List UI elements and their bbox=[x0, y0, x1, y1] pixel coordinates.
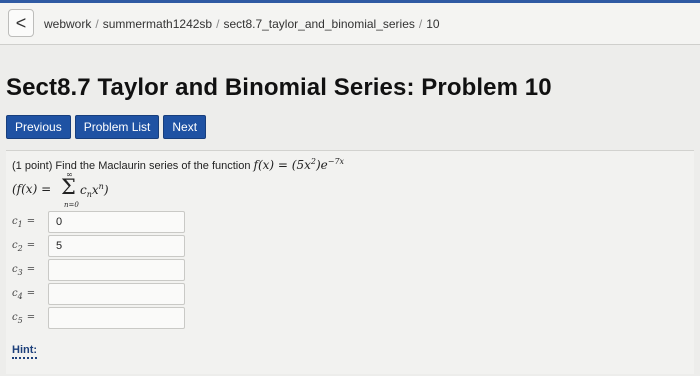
answer-input-c3[interactable] bbox=[48, 259, 185, 281]
answer-input-c4[interactable] bbox=[48, 283, 185, 305]
answer-label: c1 = bbox=[12, 216, 36, 229]
breadcrumb-bar: < webwork / summermath1242sb / sect8.7_taylo… bbox=[0, 3, 700, 45]
previous-button[interactable]: Previous bbox=[6, 115, 71, 139]
breadcrumb-item-course[interactable]: summermath1242sb bbox=[103, 17, 212, 31]
breadcrumb-separator: / bbox=[418, 17, 423, 31]
breadcrumb-item-problem: 10 bbox=[426, 17, 440, 31]
chevron-left-icon: < bbox=[15, 13, 27, 33]
answer-label: c3 = bbox=[12, 264, 36, 277]
back-button[interactable]: < bbox=[8, 9, 34, 37]
series-lhs: (f(x) = bbox=[12, 182, 52, 196]
page-title: Sect8.7 Taylor and Binomial Series: Prob… bbox=[6, 74, 552, 101]
problem-list-button[interactable]: Problem List bbox=[74, 115, 160, 139]
answer-input-c1[interactable]: 0 bbox=[48, 211, 185, 233]
answer-row-c5: c5 = bbox=[12, 307, 212, 330]
answer-label: c2 = bbox=[12, 240, 36, 253]
breadcrumb-item-set[interactable]: sect8.7_taylor_and_binomial_series bbox=[223, 17, 414, 31]
answer-label: c4 = bbox=[12, 288, 36, 301]
problem-statement: (1 point) Find the Maclaurin series of t… bbox=[12, 157, 344, 172]
next-button[interactable]: Next bbox=[163, 115, 207, 139]
breadcrumb-item-webwork[interactable]: webwork bbox=[44, 17, 91, 31]
answer-label: c5 = bbox=[12, 312, 36, 325]
answer-row-c1: c1 = 0 bbox=[12, 211, 212, 234]
statement-text: Find the Maclaurin series of the functio… bbox=[55, 160, 251, 172]
breadcrumb-separator: / bbox=[95, 17, 99, 31]
sigma-lower-limit: n=0 bbox=[64, 201, 79, 209]
sigma-icon: Σ bbox=[61, 175, 76, 199]
hint-link[interactable]: Hint: bbox=[12, 344, 38, 359]
problem-nav: Previous Problem List Next bbox=[6, 115, 207, 139]
breadcrumb: webwork / summermath1242sb / sect8.7_taylor_… bbox=[44, 17, 440, 31]
series-term: cnxn) bbox=[80, 182, 109, 199]
points-label: (1 point) bbox=[12, 160, 53, 172]
answer-input-c5[interactable] bbox=[48, 307, 185, 329]
breadcrumb-separator: / bbox=[216, 17, 220, 31]
answer-row-c3: c3 = bbox=[12, 259, 212, 282]
function-expression: f(x) = (5x2)e−7x bbox=[253, 157, 345, 172]
answer-input-c2[interactable]: 5 bbox=[48, 235, 185, 257]
answer-row-c4: c4 = bbox=[12, 283, 212, 306]
answer-row-c2: c2 = 5 bbox=[12, 235, 212, 258]
series-expression: (f(x) = ∞ Σ n=0 cnxn) bbox=[12, 170, 172, 212]
problem-body: (1 point) Find the Maclaurin series of t… bbox=[6, 150, 694, 374]
